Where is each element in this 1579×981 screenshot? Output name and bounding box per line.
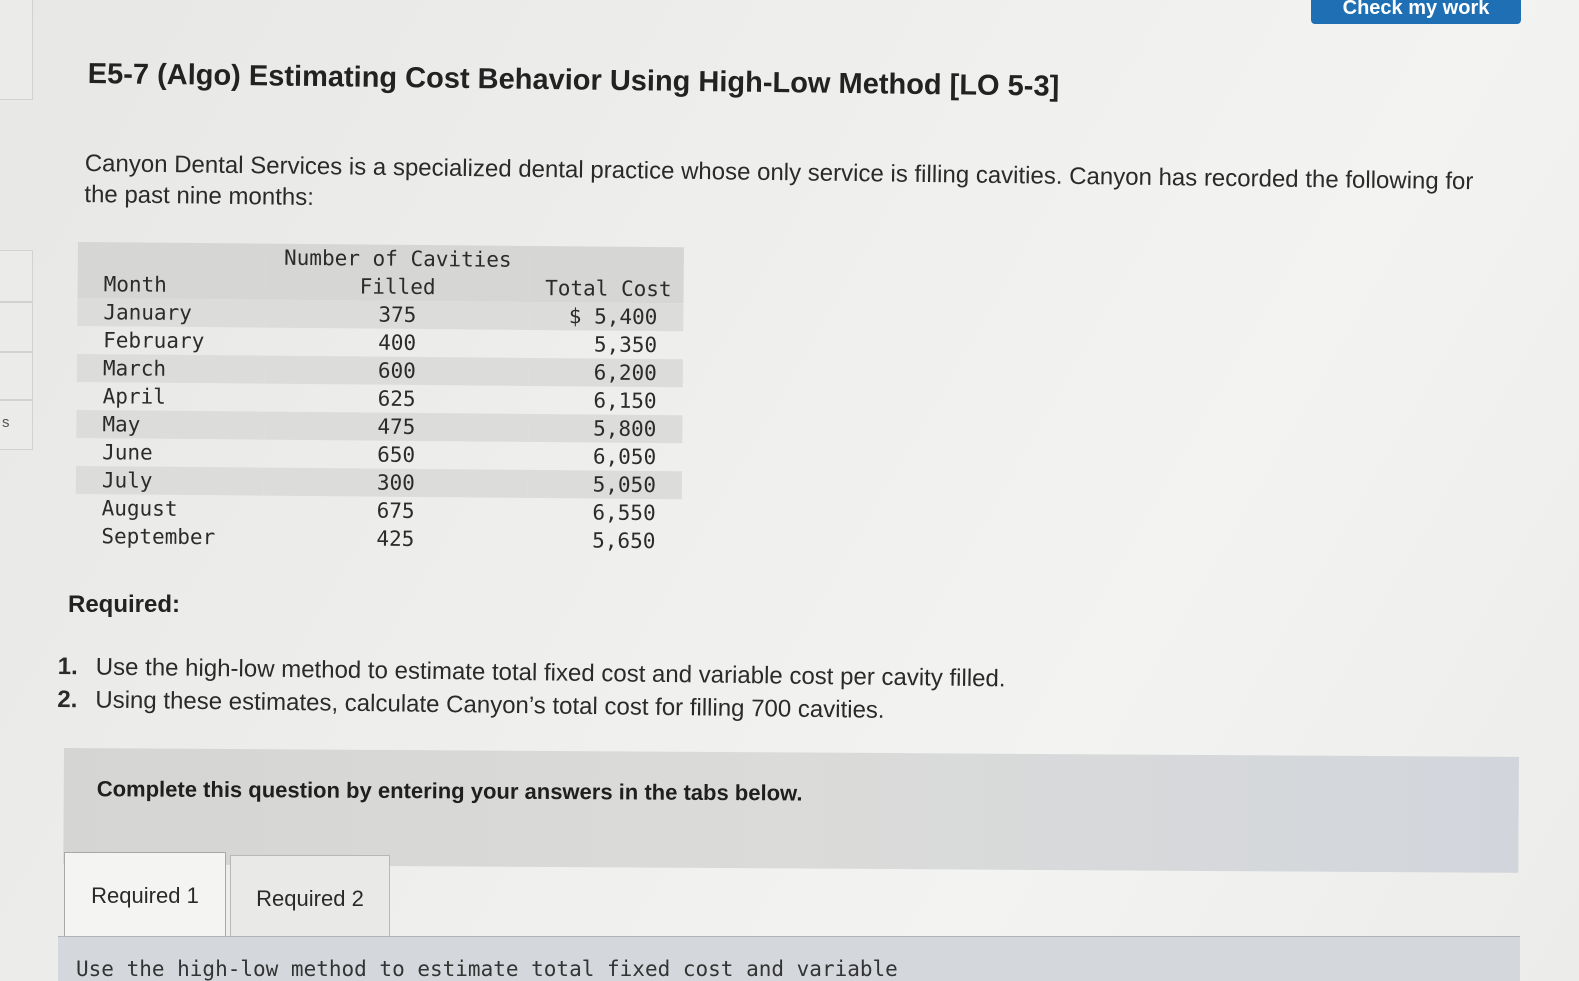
table-row: February 400 5,350	[77, 326, 683, 359]
cell-month: July	[75, 465, 265, 496]
page: Check my work s E5-7 (Algo) Estimating C…	[0, 0, 1579, 981]
tab-required-1[interactable]: Required 1	[64, 852, 226, 938]
tab-label: Required 2	[256, 885, 364, 911]
header-month: Month	[77, 242, 266, 300]
tab-content-panel: Use the high-low method to estimate tota…	[58, 936, 1520, 981]
required-heading: Required:	[68, 591, 181, 618]
instruction-text: Complete this question by entering your …	[96, 776, 803, 806]
cell-cost: 5,350	[593, 332, 658, 358]
cell-cost: $ 5,400	[529, 301, 684, 332]
left-nav-rail: s	[0, 0, 40, 981]
cell-month: August	[101, 496, 178, 521]
question-title: E5-7 (Algo) Estimating Cost Behavior Usi…	[87, 58, 1060, 103]
cell-cavities: 425	[376, 526, 415, 551]
cell-cavities: 625	[377, 386, 416, 411]
cell-cavities: 400	[378, 330, 417, 355]
cell-month: May	[76, 409, 265, 440]
left-rail-segment[interactable]	[0, 302, 33, 352]
cell-cost: 6,050	[592, 444, 657, 470]
cell-month: January	[77, 297, 266, 328]
cell-cavities: 375	[265, 299, 530, 330]
header-cavities-line2: Filled	[359, 274, 436, 300]
tab-label: Required 1	[91, 882, 199, 908]
cell-cavities: 300	[263, 467, 529, 498]
cell-month: March	[76, 353, 266, 384]
cell-month: June	[102, 440, 153, 465]
table-row: September 425 5,650	[75, 522, 681, 555]
check-my-work-button[interactable]: Check my work	[1311, 0, 1521, 24]
tab-content-text: Use the high-low method to estimate tota…	[76, 957, 898, 981]
cell-cost: 6,150	[593, 388, 657, 414]
question-intro: Canyon Dental Services is a specialized …	[84, 149, 1474, 211]
header-cavities: Number of Cavities Filled	[265, 243, 530, 302]
left-rail-segment[interactable]	[0, 250, 33, 302]
check-my-work-label: Check my work	[1342, 0, 1490, 19]
cell-cost: 5,650	[592, 528, 656, 554]
cell-cavities: 675	[376, 498, 415, 523]
cell-cavities: 650	[377, 442, 416, 467]
required-item-number: 2.	[57, 685, 78, 714]
cost-data-table: Month Number of Cavities Filled Total Co…	[75, 242, 684, 555]
table-header-row: Month Number of Cavities Filled Total Co…	[77, 242, 684, 304]
cell-cavities: 600	[264, 355, 530, 386]
header-cavities-line1: Number of Cavities	[283, 245, 512, 272]
cell-cost: 5,800	[528, 413, 683, 444]
left-rail-segment[interactable]	[0, 352, 33, 400]
header-total-cost: Total Cost	[529, 245, 684, 304]
cell-cavities: 475	[264, 411, 529, 442]
required-list: 1. Use the high-low method to estimate to…	[57, 650, 1158, 730]
cell-cost: 5,050	[527, 469, 683, 500]
cell-cost: 6,550	[592, 500, 656, 526]
left-rail-label: s	[2, 414, 10, 431]
tab-required-2[interactable]: Required 2	[230, 855, 390, 941]
required-item-number: 1.	[57, 652, 78, 681]
cell-month: April	[102, 384, 166, 409]
required-item-text: Using these estimates, calculate Canyon’…	[95, 686, 885, 724]
cell-cost: 6,200	[528, 357, 683, 388]
left-rail-segment[interactable]	[0, 0, 33, 100]
cell-month: September	[101, 524, 216, 550]
cell-month: February	[103, 328, 205, 354]
